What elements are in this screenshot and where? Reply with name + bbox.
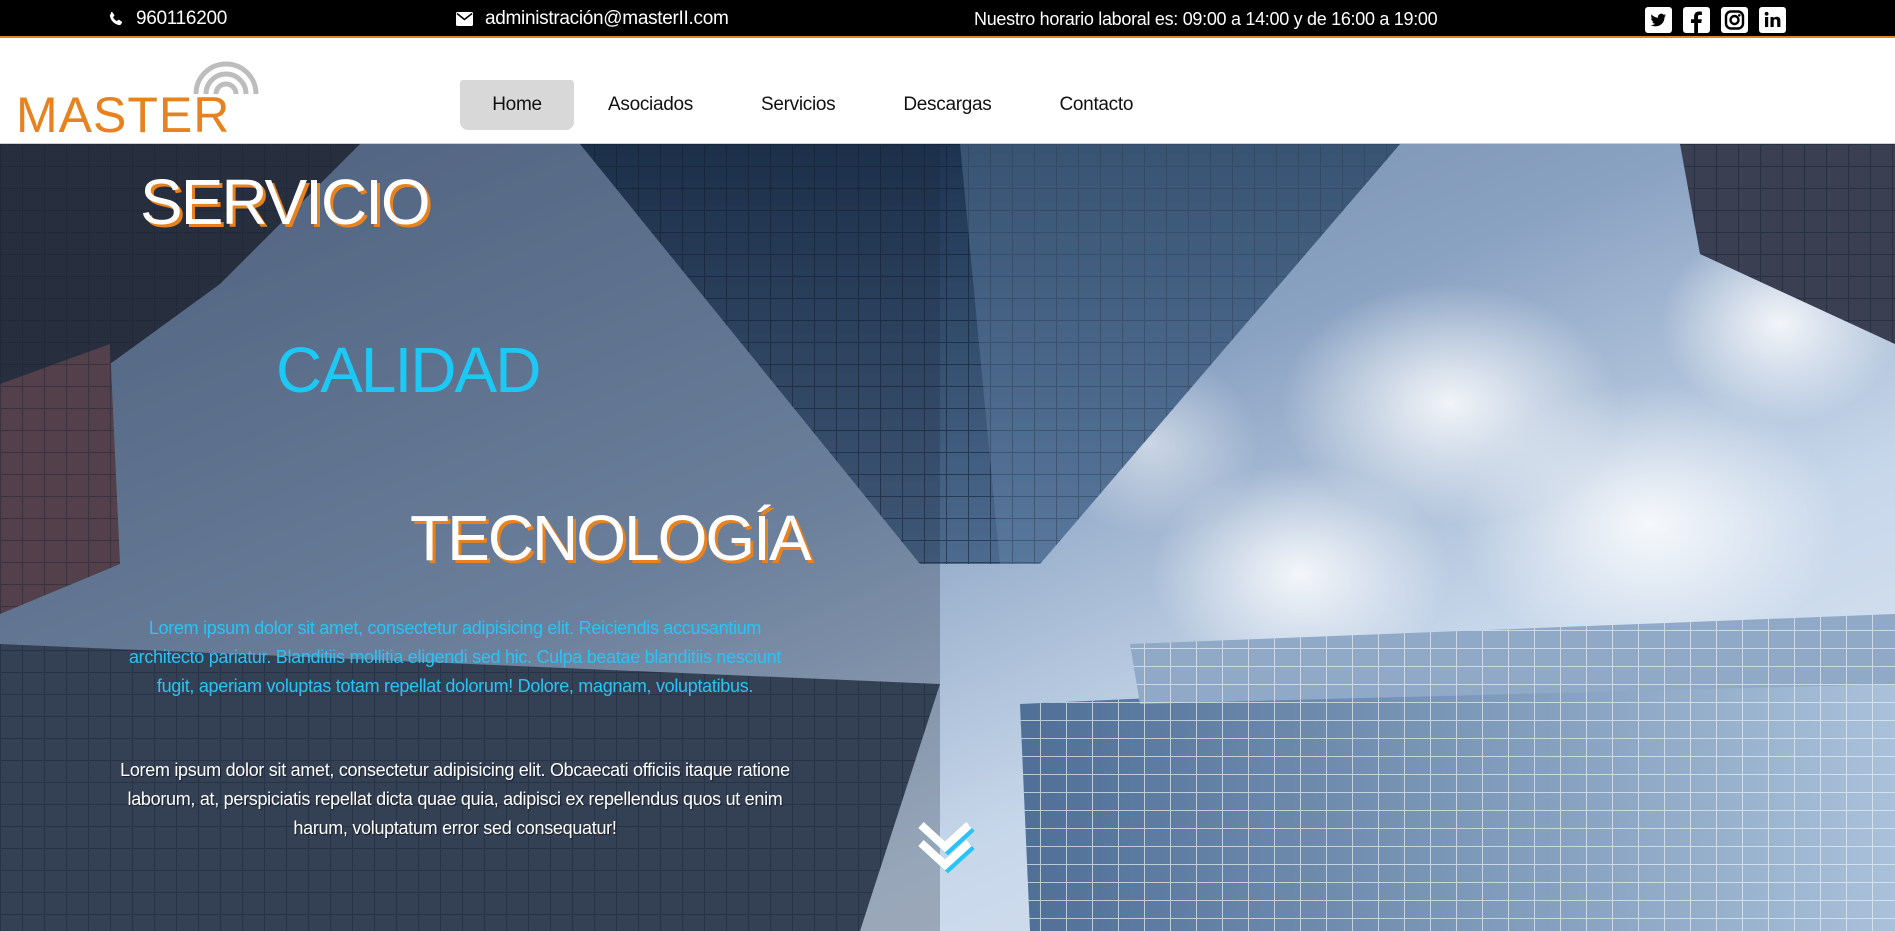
- instagram-icon[interactable]: [1721, 7, 1748, 33]
- scroll-down-button[interactable]: [912, 814, 978, 878]
- email-contact[interactable]: administración@masterII.com: [456, 0, 729, 38]
- phone-number: 960116200: [136, 8, 227, 29]
- hero-paragraph-white: Lorem ipsum dolor sit amet, consectetur …: [120, 760, 790, 838]
- double-chevron-down-icon: [918, 822, 975, 874]
- nav-servicios[interactable]: Servicios: [727, 80, 869, 130]
- facebook-icon[interactable]: [1683, 7, 1710, 33]
- hero-word-calidad: CALIDAD: [276, 334, 541, 406]
- linkedin-icon[interactable]: [1759, 7, 1786, 33]
- hero-word-servicio: SERVICIO: [140, 166, 431, 238]
- nav-home[interactable]: Home: [460, 80, 574, 130]
- envelope-icon: [456, 12, 473, 26]
- site-header: MASTER II Home Asociados Servicios Desca…: [0, 38, 1895, 190]
- main-nav: Home Asociados Servicios Descargas Conta…: [460, 80, 1167, 130]
- social-links: [1645, 7, 1786, 33]
- nav-descargas[interactable]: Descargas: [869, 80, 1025, 130]
- phone-contact[interactable]: 960116200: [108, 0, 227, 38]
- hero-word-tecnologia: TECNOLOGÍA: [410, 502, 812, 574]
- hero-section: SERVICIO CALIDAD TECNOLOGÍA Lorem ipsum …: [0, 144, 1895, 931]
- nav-contacto[interactable]: Contacto: [1025, 80, 1167, 130]
- phone-icon: [109, 12, 123, 26]
- top-bar: 960116200 administración@masterII.com Nu…: [0, 0, 1895, 38]
- business-hours: Nuestro horario laboral es: 09:00 a 14:0…: [974, 0, 1438, 38]
- nav-asociados[interactable]: Asociados: [574, 80, 727, 130]
- hours-text: Nuestro horario laboral es: 09:00 a 14:0…: [974, 8, 1438, 29]
- email-address: administración@masterII.com: [485, 8, 729, 29]
- hero-paragraph-blue: Lorem ipsum dolor sit amet, consectetur …: [128, 618, 782, 696]
- logo[interactable]: MASTER II: [16, 40, 259, 190]
- twitter-icon[interactable]: [1645, 7, 1672, 33]
